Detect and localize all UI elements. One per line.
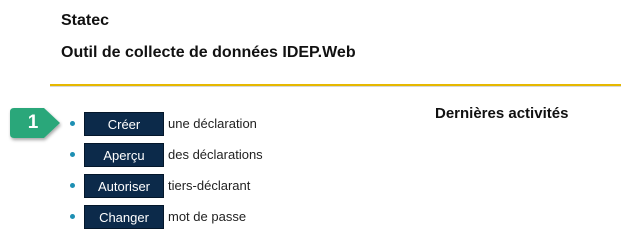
authorize-description: tiers-déclarant — [168, 178, 251, 193]
preview-description: des déclarations — [168, 147, 263, 162]
bullet-icon — [70, 214, 75, 219]
action-list: Créer une déclaration Aperçu des déclara… — [70, 108, 263, 232]
page: Statec Outil de collecte de données IDEP… — [0, 0, 621, 246]
app-title: Outil de collecte de données IDEP.Web — [61, 44, 356, 61]
header-divider — [50, 84, 621, 87]
action-item-create: Créer une déclaration — [70, 108, 263, 139]
preview-button[interactable]: Aperçu — [84, 142, 164, 167]
create-button[interactable]: Créer — [84, 111, 164, 136]
brand-name: Statec — [61, 12, 110, 29]
change-password-button[interactable]: Changer — [84, 204, 164, 229]
bullet-icon — [70, 121, 75, 126]
action-item-change: Changer mot de passe — [70, 201, 263, 232]
bullet-icon — [70, 183, 75, 188]
recent-activities-title: Dernières activités — [435, 105, 569, 122]
create-description: une déclaration — [168, 116, 257, 131]
step-badge: 1 — [8, 104, 63, 144]
action-item-preview: Aperçu des déclarations — [70, 139, 263, 170]
change-password-description: mot de passe — [168, 209, 247, 224]
authorize-button[interactable]: Autoriser — [84, 173, 164, 198]
action-item-authorize: Autoriser tiers-déclarant — [70, 170, 263, 201]
step-number: 1 — [27, 112, 39, 133]
bullet-icon — [70, 152, 75, 157]
